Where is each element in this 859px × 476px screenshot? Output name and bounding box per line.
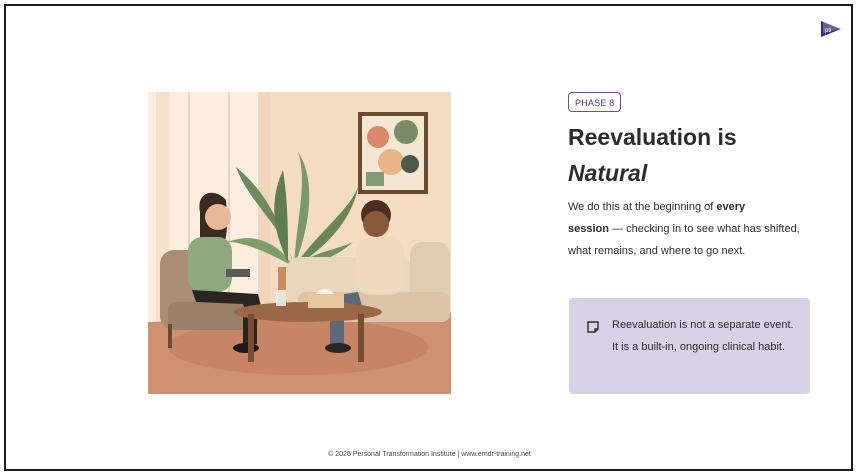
body-paragraph: We do this at the beginning of every sess… (568, 196, 800, 262)
therapy-session-illustration (148, 92, 451, 394)
note-icon (587, 321, 599, 333)
slide-title: Reevaluation is (568, 124, 737, 150)
phase-badge: PHASE 8 (568, 92, 622, 112)
logo-text: pti (825, 28, 831, 34)
body-bold-session: session (568, 223, 609, 235)
slide-title-emphasis: Natural (568, 160, 648, 186)
pti-logo: pti (821, 21, 841, 37)
callout-text: Reevaluation is not a separate event. It… (612, 319, 794, 353)
body-text-part1: We do this at the beginning of (568, 201, 717, 213)
footer-copyright: © 2026 Personal Transformation Institute… (328, 451, 531, 458)
callout-box: Reevaluation is not a separate event. It… (569, 298, 810, 394)
body-bold-every: every (716, 201, 746, 213)
